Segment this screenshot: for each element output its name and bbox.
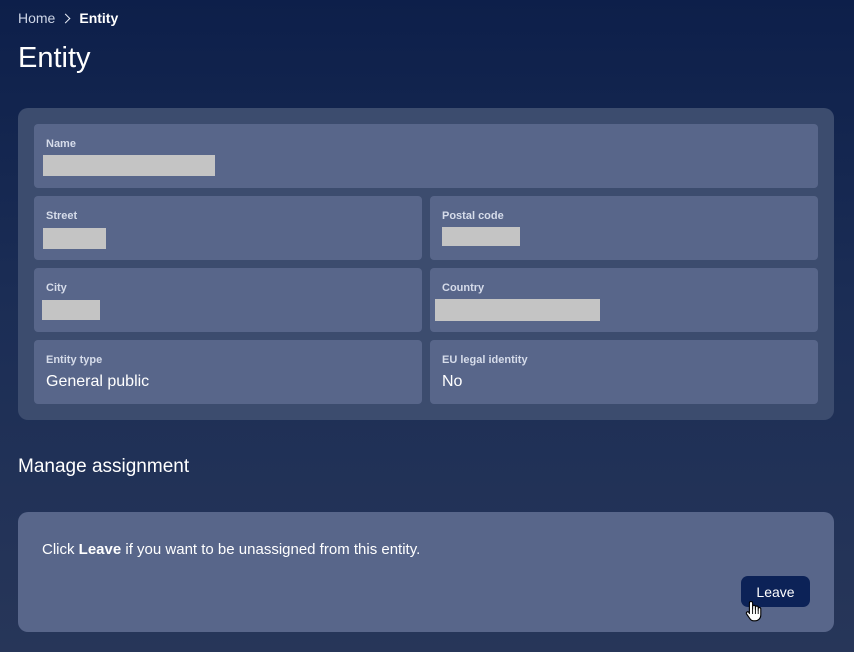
- field-street: Street: [34, 196, 422, 260]
- field-label: EU legal identity: [442, 354, 528, 366]
- redacted-value: [442, 227, 520, 246]
- redacted-value: [43, 228, 106, 249]
- field-entity-type: Entity type General public: [34, 340, 422, 404]
- redacted-value: [435, 299, 600, 321]
- field-name: Name: [34, 124, 818, 188]
- field-value: No: [442, 373, 463, 390]
- field-label: Street: [46, 210, 78, 222]
- instruction-suffix: if you want to be unassigned from this e…: [121, 541, 421, 558]
- field-label: Name: [46, 138, 76, 150]
- manage-assignment-card: Click Leave if you want to be unassigned…: [18, 512, 834, 632]
- breadcrumb: Home Entity: [18, 10, 118, 26]
- field-label: Country: [442, 282, 485, 294]
- breadcrumb-current: Entity: [79, 10, 119, 26]
- field-label: City: [46, 282, 67, 294]
- instruction-bold: Leave: [78, 541, 122, 558]
- breadcrumb-home-link[interactable]: Home: [18, 10, 55, 26]
- redacted-value: [42, 300, 100, 320]
- chevron-right-icon: [60, 13, 71, 23]
- assignment-instructions: Click Leave if you want to be unassigned…: [42, 541, 420, 558]
- entity-details-card: Name Street Postal code City Country Ent…: [18, 108, 834, 420]
- field-label: Postal code: [442, 210, 504, 222]
- page-title: Entity: [18, 42, 91, 74]
- field-city: City: [34, 268, 422, 332]
- field-postal-code: Postal code: [430, 196, 818, 260]
- field-country: Country: [430, 268, 818, 332]
- field-eu-legal-identity: EU legal identity No: [430, 340, 818, 404]
- hand-pointer-cursor-icon: [745, 600, 762, 622]
- manage-assignment-title: Manage assignment: [18, 456, 190, 477]
- instruction-prefix: Click: [42, 541, 79, 558]
- redacted-value: [43, 155, 215, 176]
- field-value: General public: [46, 373, 150, 390]
- field-label: Entity type: [46, 354, 103, 366]
